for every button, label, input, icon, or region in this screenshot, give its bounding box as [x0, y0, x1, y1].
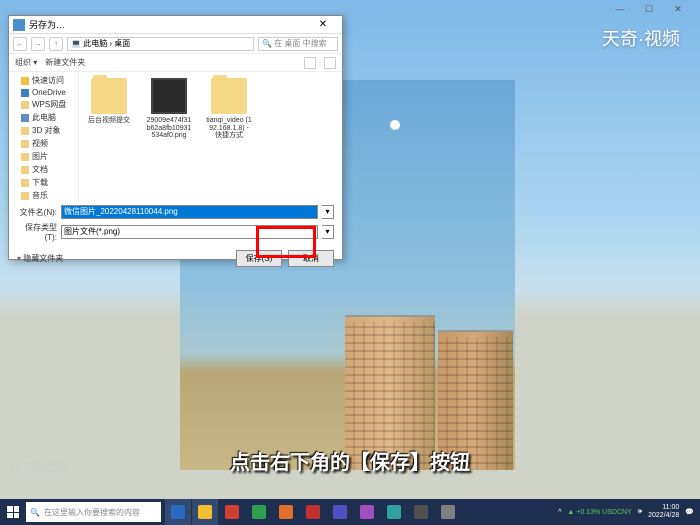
organize-menu[interactable]: 组织 ▾: [15, 57, 37, 68]
save-button[interactable]: 保存(S): [236, 250, 282, 267]
folder-search[interactable]: 🔍 在 桌面 中搜索: [258, 37, 338, 51]
dialog-toolbar: 组织 ▾ 新建文件夹: [9, 54, 342, 72]
nav-forward[interactable]: →: [31, 37, 45, 51]
taskbar-app[interactable]: [219, 499, 245, 525]
file-item[interactable]: 后台视频提交: [85, 78, 133, 125]
nav-back[interactable]: ←: [13, 37, 27, 51]
taskbar-app[interactable]: [192, 499, 218, 525]
taskbar-app[interactable]: [165, 499, 191, 525]
app-icon: [333, 505, 347, 519]
sidebar-item[interactable]: 音乐: [9, 189, 78, 202]
notification-icon[interactable]: 💬: [685, 508, 694, 516]
folder-sidebar: 快速访问OneDriveWPS网盘此电脑3D 对象视频图片文档下载音乐桌面: [9, 72, 79, 202]
tray-chevron-icon[interactable]: ^: [558, 509, 561, 516]
sidebar-item[interactable]: 文档: [9, 163, 78, 176]
taskbar-app[interactable]: [435, 499, 461, 525]
desktop: — ☐ ✕ 天奇·视频 ⊙ 天奇生活 点击右下角的【保存】按钮 另存为… ✕ ←…: [0, 0, 700, 525]
taskbar: 🔍在这里输入你要搜索的内容 ^ ▲ +0.13% USDCNY 🕪 11:002…: [0, 499, 700, 525]
img-icon: [151, 78, 187, 114]
folder-icon: [21, 127, 29, 135]
sidebar-item[interactable]: 3D 对象: [9, 124, 78, 137]
filename-dropdown[interactable]: ▾: [322, 205, 334, 219]
folder-icon: [21, 166, 29, 174]
save-as-dialog: 另存为… ✕ ← → ↑ 💻 此电脑 › 桌面 🔍 在 桌面 中搜索 组织 ▾ …: [8, 15, 343, 260]
pc-icon: [21, 114, 29, 122]
nav-up[interactable]: ↑: [49, 37, 63, 51]
app-icon: [306, 505, 320, 519]
app-icon: [198, 505, 212, 519]
taskbar-app[interactable]: [273, 499, 299, 525]
life-watermark: ⊙ 天奇生活: [10, 459, 68, 475]
help-icon[interactable]: [324, 57, 336, 69]
dialog-titlebar: 另存为… ✕: [9, 16, 342, 34]
filetype-dropdown[interactable]: ▾: [322, 225, 334, 239]
folder-icon: [211, 78, 247, 114]
parent-min[interactable]: —: [606, 2, 634, 16]
sidebar-item[interactable]: 图片: [9, 150, 78, 163]
view-options-icon[interactable]: [304, 57, 316, 69]
drive-icon: [21, 89, 29, 97]
star-icon: [21, 77, 29, 85]
taskbar-app[interactable]: [408, 499, 434, 525]
dialog-close-button[interactable]: ✕: [308, 17, 338, 33]
taskbar-app[interactable]: [300, 499, 326, 525]
taskbar-search[interactable]: 🔍在这里输入你要搜索的内容: [26, 502, 161, 522]
sidebar-item[interactable]: 视频: [9, 137, 78, 150]
taskbar-app[interactable]: [327, 499, 353, 525]
app-icon: [279, 505, 293, 519]
folder-icon: [21, 140, 29, 148]
app-icon: [414, 505, 428, 519]
brand-watermark: 天奇·视频: [602, 25, 680, 51]
file-item[interactable]: tianqi_video (192.168.1.8) - 快捷方式: [205, 78, 253, 140]
new-folder-button[interactable]: 新建文件夹: [45, 57, 85, 68]
stock-ticker[interactable]: ▲ +0.13% USDCNY: [567, 509, 631, 516]
clock[interactable]: 11:002022/4/28: [648, 504, 679, 519]
folder-icon: [21, 192, 29, 200]
sidebar-item[interactable]: 下载: [9, 176, 78, 189]
search-icon: 🔍: [30, 508, 40, 517]
app-icon: [441, 505, 455, 519]
sidebar-item[interactable]: 快速访问: [9, 74, 78, 87]
moon: [390, 120, 400, 130]
folder-icon: [21, 101, 29, 109]
start-button[interactable]: [0, 499, 26, 525]
cancel-button[interactable]: 取消: [288, 250, 334, 267]
app-icon: [387, 505, 401, 519]
file-list[interactable]: 后台视频提交 29009e474f31b62a8fb10931534af0.png…: [79, 72, 342, 202]
filename-label: 文件名(N):: [17, 207, 57, 218]
app-icon: [171, 505, 185, 519]
dialog-nav: ← → ↑ 💻 此电脑 › 桌面 🔍 在 桌面 中搜索: [9, 34, 342, 54]
folder-icon: [91, 78, 127, 114]
sidebar-item[interactable]: OneDrive: [9, 87, 78, 98]
parent-close[interactable]: ✕: [664, 2, 692, 16]
ime-icon[interactable]: 🕪: [638, 508, 642, 516]
parent-max[interactable]: ☐: [635, 2, 663, 16]
folder-icon: [21, 153, 29, 161]
dialog-title: 另存为…: [29, 18, 308, 31]
filetype-select[interactable]: 图片文件(*.png): [61, 225, 318, 239]
system-tray[interactable]: ^ ▲ +0.13% USDCNY 🕪 11:002022/4/28 💬: [552, 504, 700, 519]
dialog-app-icon: [13, 19, 25, 31]
filetype-label: 保存类型(T):: [17, 222, 57, 242]
taskbar-app[interactable]: [246, 499, 272, 525]
parent-window-controls: — ☐ ✕: [606, 2, 692, 16]
taskbar-app[interactable]: [354, 499, 380, 525]
path-breadcrumb[interactable]: 💻 此电脑 › 桌面: [67, 37, 254, 51]
taskbar-app[interactable]: [381, 499, 407, 525]
taskbar-apps: [165, 499, 461, 525]
filename-input[interactable]: 微信图片_20220428110044.png: [61, 205, 318, 219]
app-icon: [360, 505, 374, 519]
instruction-subtitle: 点击右下角的【保存】按钮: [230, 446, 470, 475]
sidebar-item[interactable]: 此电脑: [9, 111, 78, 124]
folder-icon: [21, 179, 29, 187]
app-icon: [225, 505, 239, 519]
windows-logo-icon: [7, 506, 19, 518]
hide-folders-toggle[interactable]: 隐藏文件夹: [17, 253, 230, 264]
file-item[interactable]: 29009e474f31b62a8fb10931534af0.png: [145, 78, 193, 140]
sidebar-item[interactable]: WPS网盘: [9, 98, 78, 111]
app-icon: [252, 505, 266, 519]
